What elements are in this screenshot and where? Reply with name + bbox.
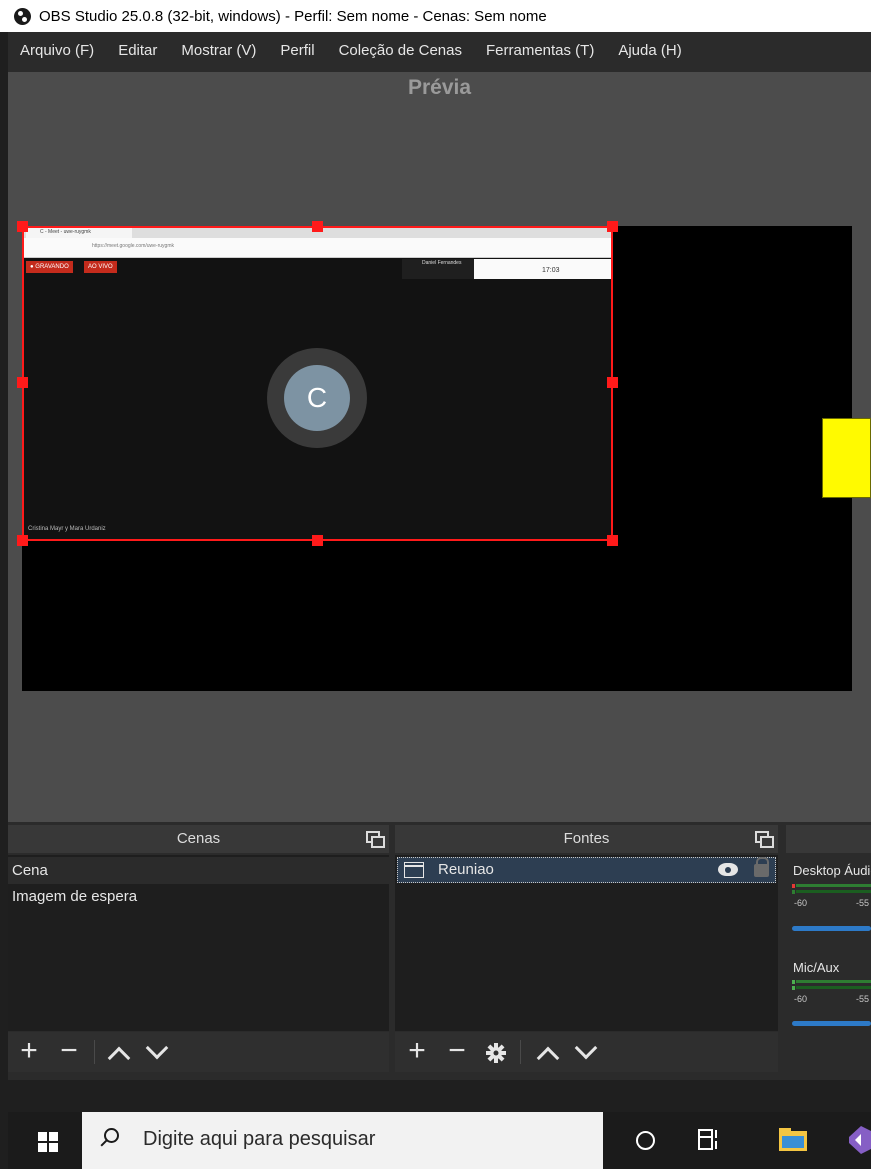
remove-source-button[interactable]: − [442, 1032, 472, 1072]
window-title: OBS Studio 25.0.8 (32-bit, windows) - Pe… [39, 7, 547, 25]
scene-item-cena[interactable]: Cena [8, 857, 389, 884]
title-bar: OBS Studio 25.0.8 (32-bit, windows) - Pe… [0, 0, 871, 32]
cortana-icon[interactable] [636, 1131, 655, 1150]
scenes-dock-title: Cenas [176, 830, 221, 847]
audio-meter [796, 884, 871, 887]
mixer-channel-desktop-audio: Desktop Áudio [793, 863, 871, 878]
peak-indicator [792, 884, 795, 888]
resize-handle-top-right[interactable] [607, 221, 618, 232]
window-capture-icon [404, 862, 424, 878]
resize-handle-bottom-right[interactable] [607, 535, 618, 546]
peak-indicator [792, 986, 795, 990]
visual-studio-icon[interactable] [847, 1126, 871, 1154]
desktop-audio-volume-slider[interactable] [792, 926, 871, 931]
remove-scene-button[interactable]: − [54, 1032, 84, 1072]
resize-handle-left[interactable] [17, 377, 28, 388]
audio-meter [796, 986, 871, 989]
menu-editar[interactable]: Editar [118, 42, 157, 59]
selection-border [22, 226, 613, 541]
obs-window: OBS Studio 25.0.8 (32-bit, windows) - Pe… [0, 0, 871, 1169]
scene-item-imagem-de-espera[interactable]: Imagem de espera [8, 883, 389, 910]
toolbar-separator [520, 1040, 521, 1064]
scenes-dock-header: Cenas [8, 825, 389, 853]
menu-perfil[interactable]: Perfil [280, 42, 314, 59]
menu-ferramentas[interactable]: Ferramentas (T) [486, 42, 594, 59]
menu-bar: Arquivo (F) Editar Mostrar (V) Perfil Co… [8, 32, 871, 72]
resize-handle-right[interactable] [607, 377, 618, 388]
menu-mostrar[interactable]: Mostrar (V) [181, 42, 256, 59]
resize-handle-top[interactable] [312, 221, 323, 232]
resize-handle-bottom[interactable] [312, 535, 323, 546]
toolbar-separator [94, 1040, 95, 1064]
preview-label: Prévia [407, 76, 472, 99]
audio-meter [796, 980, 871, 983]
source-item-label: Reuniao [438, 861, 494, 878]
sources-dock-title: Fontes [563, 830, 610, 847]
float-dock-icon[interactable] [755, 831, 774, 848]
menu-colecao-de-cenas[interactable]: Coleção de Cenas [339, 42, 462, 59]
mixer-dock-header [786, 825, 871, 853]
mic-aux-volume-slider[interactable] [792, 1021, 871, 1026]
source-properties-gear-icon[interactable] [486, 1043, 506, 1063]
add-source-button[interactable]: + [402, 1032, 432, 1072]
menu-arquivo[interactable]: Arquivo (F) [20, 42, 94, 59]
visibility-eye-icon[interactable] [718, 863, 738, 876]
resize-handle-top-left[interactable] [17, 221, 28, 232]
peak-indicator [792, 890, 795, 894]
sources-dock-header: Fontes [395, 825, 778, 853]
meter-tick: -55 [856, 994, 870, 1004]
meter-tick: -55 [856, 898, 870, 908]
taskbar-search-placeholder[interactable]: Digite aqui para pesquisar [143, 1128, 375, 1151]
meter-tick: -60 [794, 898, 808, 908]
resize-handle-bottom-left[interactable] [17, 535, 28, 546]
source-item-reuniao[interactable]: Reuniao [397, 857, 776, 883]
search-icon [104, 1128, 119, 1143]
obs-logo-icon [14, 7, 31, 25]
windows-start-icon[interactable] [38, 1132, 58, 1152]
peak-indicator [792, 980, 795, 984]
add-scene-button[interactable]: + [14, 1032, 44, 1072]
meter-tick: -60 [794, 994, 808, 1004]
yellow-image-source[interactable] [822, 418, 871, 498]
lock-icon[interactable] [754, 857, 769, 877]
file-explorer-icon[interactable] [778, 1126, 808, 1152]
audio-meter [796, 890, 871, 893]
task-view-icon[interactable] [698, 1128, 720, 1152]
menu-ajuda[interactable]: Ajuda (H) [618, 42, 681, 59]
float-dock-icon[interactable] [366, 831, 385, 848]
mixer-channel-mic-aux: Mic/Aux [793, 960, 840, 975]
